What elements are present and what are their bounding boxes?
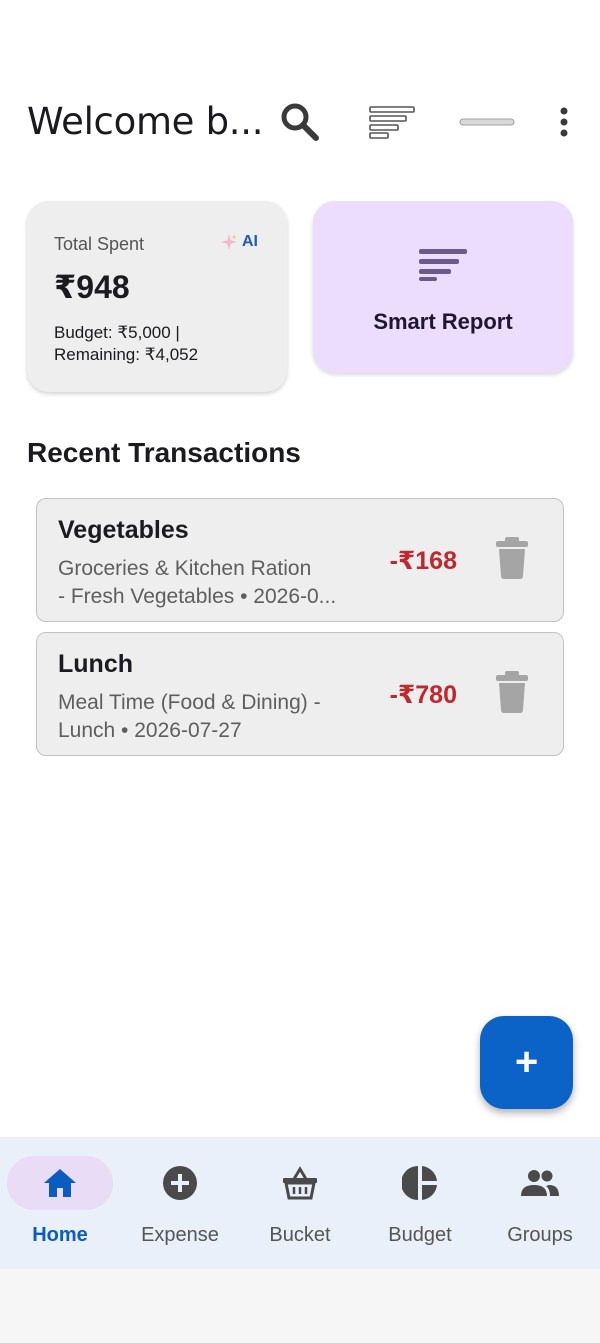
nav-label: Groups [507, 1224, 573, 1246]
delete-icon[interactable] [495, 671, 529, 713]
report-icon [419, 249, 467, 281]
smart-report-label: Smart Report [373, 309, 513, 334]
recent-transactions-title: Recent Transactions [27, 437, 301, 468]
sort-button[interactable] [362, 92, 422, 152]
nav-item-expense[interactable]: Expense [120, 1137, 240, 1269]
transaction-card[interactable]: Lunch Meal Time (Food & Dining) - Lunch … [36, 632, 564, 756]
transaction-name: Vegetables [58, 516, 189, 544]
add-circle-icon [163, 1166, 197, 1200]
minimize-button[interactable] [454, 92, 520, 152]
nav-item-budget[interactable]: Budget [360, 1137, 480, 1269]
ai-badge-label: AI [242, 233, 258, 250]
basket-icon [283, 1166, 317, 1200]
ai-badge[interactable]: AI [220, 233, 258, 251]
total-spent-label: Total Spent [54, 234, 145, 254]
bottom-navigation: Home Expense Bucket Budget Groups [0, 1137, 600, 1269]
more-vert-icon [560, 107, 568, 137]
minimize-icon [459, 118, 515, 126]
transaction-amount: -₹168 [389, 547, 457, 575]
sparkle-icon [221, 234, 237, 250]
add-icon: + [514, 1040, 539, 1084]
transaction-amount: -₹780 [389, 681, 457, 709]
sort-icon [369, 106, 415, 139]
nav-item-groups[interactable]: Groups [480, 1137, 600, 1269]
nav-label: Home [32, 1224, 88, 1246]
total-spent-card[interactable]: Total Spent AI ₹948 Budget: ₹5,000 | Rem… [27, 201, 287, 392]
nav-label: Bucket [269, 1224, 331, 1246]
smart-report-card[interactable]: Smart Report [313, 201, 573, 373]
transaction-description: Meal Time (Food & Dining) - Lunch • 2026… [58, 689, 388, 745]
transaction-desc-line2: Lunch • 2026-07-27 [58, 719, 242, 742]
search-icon [281, 103, 319, 141]
transaction-desc-line1: Groceries & Kitchen Ration [58, 557, 312, 580]
transaction-name: Lunch [58, 650, 133, 678]
page-title: Welcome b... [27, 100, 264, 143]
add-expense-fab[interactable]: + [480, 1016, 573, 1109]
nav-item-bucket[interactable]: Bucket [240, 1137, 360, 1269]
nav-item-home[interactable]: Home [0, 1137, 120, 1269]
pie-chart-icon [402, 1166, 437, 1200]
budget-text: Budget: ₹5,000 | [54, 323, 180, 342]
app-bar: Welcome b... [0, 92, 600, 152]
nav-label: Expense [141, 1224, 219, 1246]
transaction-desc-line1: Meal Time (Food & Dining) - [58, 691, 321, 714]
delete-icon[interactable] [495, 537, 529, 579]
system-navigation-bar [0, 1269, 600, 1343]
search-button[interactable] [272, 92, 328, 152]
nav-label: Budget [388, 1224, 452, 1246]
transaction-description: Groceries & Kitchen Ration - Fresh Veget… [58, 555, 388, 611]
total-spent-amount: ₹948 [54, 269, 130, 305]
remaining-text: Remaining: ₹4,052 [54, 345, 199, 364]
transaction-desc-line2: - Fresh Vegetables • 2026-0... [58, 585, 337, 608]
home-icon [44, 1169, 76, 1197]
transaction-card[interactable]: Vegetables Groceries & Kitchen Ration - … [36, 498, 564, 622]
groups-icon [521, 1170, 559, 1196]
more-options-button[interactable] [546, 92, 582, 152]
